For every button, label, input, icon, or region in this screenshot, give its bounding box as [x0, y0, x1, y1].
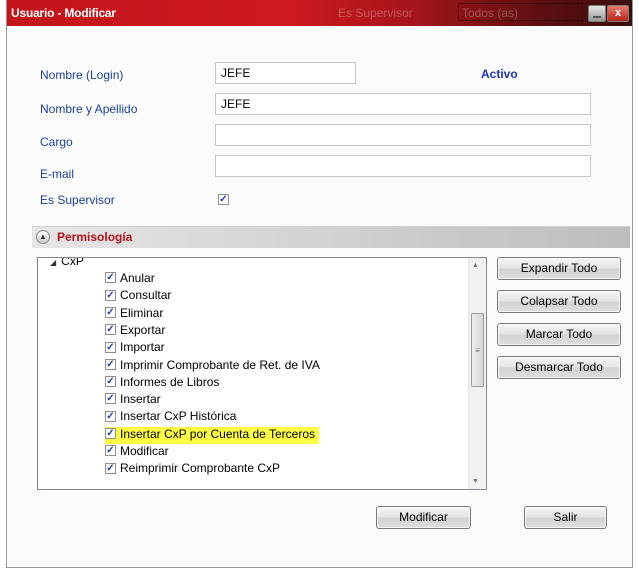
fullname-label: Nombre y Apellido [40, 102, 138, 116]
expand-all-button[interactable]: Expandir Todo [497, 257, 621, 280]
permission-checkbox[interactable]: ✓ [105, 445, 116, 457]
supervisor-checkbox[interactable]: ✓ [218, 194, 229, 205]
permission-label: Insertar CxP por Cuenta de Terceros [120, 426, 315, 441]
email-label: E-mail [40, 167, 75, 181]
permission-item[interactable]: ✓ Insertar CxP por Cuenta de Terceros [105, 426, 319, 444]
permission-checkbox[interactable]: ✓ [105, 462, 116, 474]
permission-label: Informes de Libros [120, 374, 220, 389]
permission-label: Insertar [120, 392, 161, 407]
cargo-label: Cargo [40, 135, 73, 149]
permissions-section-header[interactable]: ▲ Permisología [32, 226, 630, 248]
check-all-button[interactable]: Marcar Todo [497, 323, 621, 346]
email-input[interactable] [215, 155, 591, 177]
permission-label: Reimprimir Comprobante CxP [120, 461, 281, 476]
permission-checkbox[interactable]: ✓ [105, 410, 116, 422]
scroll-down-icon[interactable]: ▼ [472, 478, 479, 485]
collapse-all-button[interactable]: Colapsar Todo [497, 290, 621, 313]
permission-label: Anular [120, 271, 155, 285]
minimize-icon [593, 16, 601, 18]
cargo-input[interactable] [215, 124, 591, 146]
permission-item[interactable]: ✓ Consultar [105, 288, 171, 305]
permission-item[interactable]: ✓ Informes de Libros [105, 375, 219, 392]
fullname-input[interactable]: JEFE [215, 93, 591, 115]
permission-checkbox[interactable]: ✓ [105, 324, 116, 336]
permission-label: Insertar CxP Histórica [120, 409, 237, 424]
permission-item[interactable]: ✓ Modificar [105, 444, 169, 461]
tree-node-cxp[interactable]: ◢ CxP [50, 257, 84, 268]
permission-item[interactable]: ✓ Eliminar [105, 306, 163, 323]
permission-item[interactable]: ✓ Insertar [105, 392, 161, 409]
permission-item[interactable]: ✓ Reimprimir Comprobante CxP [105, 461, 280, 478]
login-label: Nombre (Login) [40, 68, 124, 82]
permission-checkbox[interactable]: ✓ [105, 428, 116, 440]
permission-checkbox[interactable]: ✓ [105, 272, 116, 284]
status-label: Activo [481, 67, 518, 81]
modify-button[interactable]: Modificar [376, 506, 471, 529]
permission-label: Exportar [120, 322, 166, 337]
title-bar[interactable]: Usuario - Modificar Es Supervisor Todos … [7, 0, 632, 26]
minimize-button[interactable] [588, 5, 606, 22]
window-title: Usuario - Modificar [11, 6, 116, 20]
permission-checkbox[interactable]: ✓ [105, 376, 116, 388]
permission-checkbox[interactable]: ✓ [105, 358, 116, 370]
permission-checkbox[interactable]: ✓ [105, 393, 116, 405]
permission-checkbox[interactable]: ✓ [105, 306, 116, 318]
permission-label: Modificar [120, 444, 169, 458]
grip-icon: ≡ [475, 346, 480, 355]
background-filter-value: Todos (as) [462, 6, 519, 20]
permission-label: Importar [120, 340, 165, 355]
permission-item[interactable]: ✓ Imprimir Comprobante de Ret. de IVA [105, 358, 320, 375]
permission-item[interactable]: ✓ Insertar CxP Histórica [105, 409, 236, 426]
scroll-thumb[interactable]: ≡ [471, 313, 484, 387]
permission-checkbox[interactable]: ✓ [105, 341, 116, 353]
permission-item[interactable]: ✓ Exportar [105, 323, 165, 340]
user-modify-window: Usuario - Modificar Es Supervisor Todos … [6, 0, 633, 568]
permission-item[interactable]: ✓ Anular [105, 271, 155, 288]
permission-item[interactable]: ✓ Importar [105, 340, 165, 357]
tree-scrollbar[interactable]: ▲ ≡ ▼ [468, 258, 486, 489]
scroll-up-icon[interactable]: ▲ [472, 262, 479, 269]
permission-checkbox[interactable]: ✓ [105, 289, 116, 301]
tree-node-label: CxP [61, 257, 84, 268]
permission-label: Imprimir Comprobante de Ret. de IVA [120, 357, 320, 372]
permissions-tree[interactable]: ◢ CxP ✓ Anular ✓ Consultar ✓ Eliminar ✓ Exportar… [37, 257, 487, 490]
expand-arrow-icon[interactable]: ◢ [50, 258, 56, 267]
uncheck-all-button[interactable]: Desmarcar Todo [497, 356, 621, 379]
supervisor-label: Es Supervisor [40, 193, 115, 207]
close-button[interactable]: x [607, 5, 629, 22]
permission-label: Consultar [120, 288, 172, 303]
permission-label: Eliminar [120, 305, 164, 320]
exit-button[interactable]: Salir [524, 506, 607, 529]
background-supervisor-label: Es Supervisor [338, 6, 413, 20]
chevron-up-icon[interactable]: ▲ [36, 230, 50, 244]
close-icon: x [614, 7, 622, 19]
login-input[interactable]: JEFE [215, 62, 356, 84]
permissions-section-label: Permisología [57, 230, 133, 244]
